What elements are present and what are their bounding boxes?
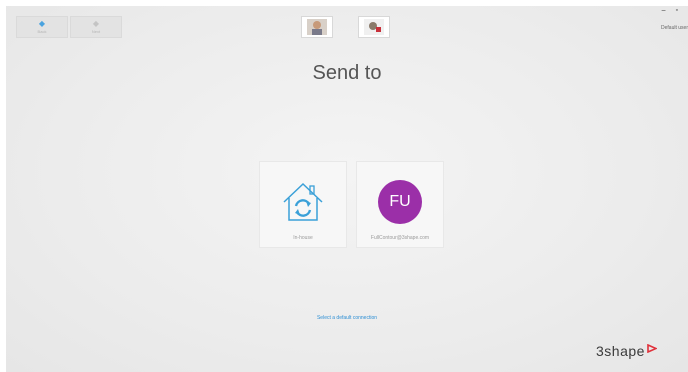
triangle-logo-icon (647, 343, 657, 353)
logo-text: 3shape (596, 343, 645, 359)
forward-arrow-icon: ◆ (92, 19, 100, 28)
house-sync-icon (283, 182, 323, 221)
forward-button-label: Next (91, 29, 101, 34)
select-default-connection-link[interactable]: Select a default connection (6, 315, 688, 321)
user-avatar-button-selected[interactable] (358, 16, 390, 38)
back-arrow-icon: ◆ (38, 19, 46, 28)
tile-in-house[interactable]: In-house (259, 161, 347, 248)
back-button[interactable]: ◆ Back (16, 16, 68, 38)
connection-initials-badge: FU (378, 180, 422, 224)
window-controls[interactable]: – ▫ (662, 7, 682, 14)
tile-label: FullContour@3shape.com (370, 235, 430, 241)
app-window: ◆ Back ◆ Next – ▫ Default user Send to I… (6, 6, 688, 372)
tile-fullcontour[interactable]: FU FullContour@3shape.com (356, 161, 444, 248)
brand-logo: 3shape (596, 343, 657, 359)
back-button-label: Back (37, 29, 47, 34)
page-title: Send to (312, 62, 382, 84)
person-photo-icon (307, 19, 327, 35)
default-user-label[interactable]: Default user (661, 25, 688, 31)
person-photo-icon (364, 19, 384, 35)
user-avatar-button[interactable] (301, 16, 333, 38)
tile-label: In-house (293, 235, 313, 241)
forward-button[interactable]: ◆ Next (70, 16, 122, 38)
